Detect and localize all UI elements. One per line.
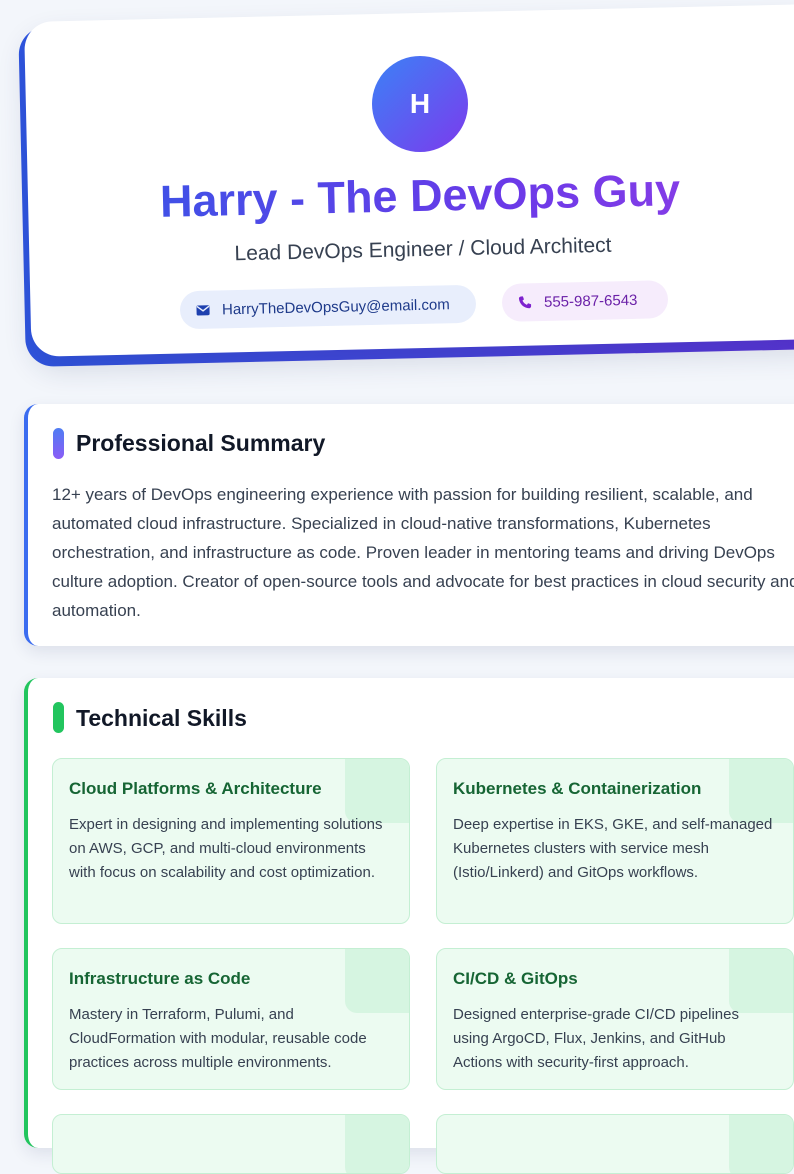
email-contact[interactable]: HarryTheDevOpsGuy@email.com	[179, 284, 477, 330]
skill-card: Infrastructure as Code Mastery in Terraf…	[52, 948, 410, 1090]
skill-title: Kubernetes & Containerization	[453, 779, 702, 798]
skill-title: Infrastructure as Code	[69, 969, 251, 988]
skill-description: Expert in designing and implementing sol…	[69, 816, 383, 881]
card-corner-decoration	[729, 1115, 793, 1173]
skill-title: CI/CD & GitOps	[453, 969, 578, 988]
summary-text: 12+ years of DevOps engineering experien…	[52, 485, 794, 620]
skill-card: Cloud Platforms & Architecture Expert in…	[52, 758, 410, 924]
skills-heading: Technical Skills	[76, 705, 247, 731]
mail-icon	[196, 304, 214, 315]
phone-text: 555-987-6543	[543, 291, 638, 311]
section-accent-bar	[53, 702, 64, 733]
skill-card	[436, 1114, 794, 1174]
section-accent-bar	[53, 428, 64, 459]
skill-card	[52, 1114, 410, 1174]
avatar: H	[372, 56, 468, 152]
email-text: HarryTheDevOpsGuy@email.com	[221, 295, 450, 318]
phone-icon	[518, 295, 536, 309]
skill-description: Designed enterprise-grade CI/CD pipeline…	[453, 1006, 739, 1071]
skill-card: CI/CD & GitOps Designed enterprise-grade…	[436, 948, 794, 1090]
skill-description: Mastery in Terraform, Pulumi, and CloudF…	[69, 1006, 367, 1071]
summary-heading: Professional Summary	[76, 430, 326, 456]
skill-card: Kubernetes & Containerization Deep exper…	[436, 758, 794, 924]
avatar-initial: H	[409, 88, 431, 119]
skills-section: Technical Skills Cloud Platforms & Archi…	[24, 678, 794, 1174]
phone-contact[interactable]: 555-987-6543	[501, 280, 669, 322]
summary-section: Professional Summary 12+ years of DevOps…	[24, 404, 794, 646]
skill-title: Cloud Platforms & Architecture	[69, 779, 322, 798]
skill-description: Deep expertise in EKS, GKE, and self-man…	[453, 816, 773, 881]
card-corner-decoration	[345, 1115, 409, 1173]
